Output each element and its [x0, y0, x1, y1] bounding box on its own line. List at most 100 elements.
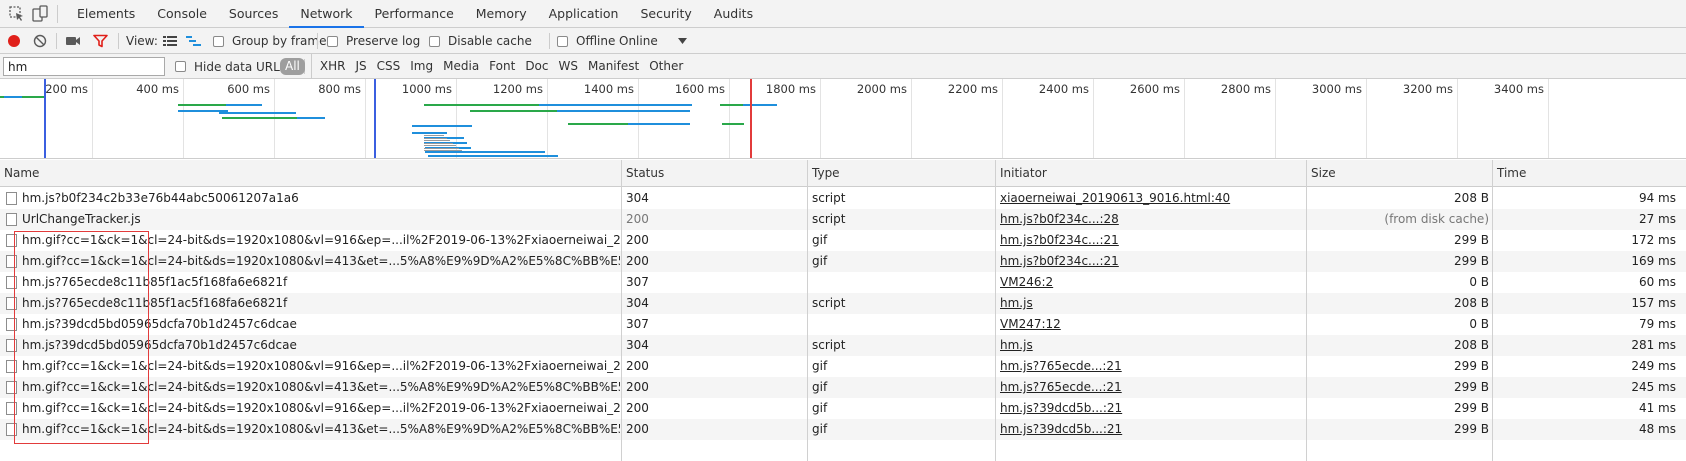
request-type: script	[812, 296, 846, 310]
tab-network[interactable]: Network	[289, 0, 364, 28]
request-initiator[interactable]: hm.js?b0f234c...:21	[1000, 251, 1300, 272]
offline-checkbox[interactable]: Offline	[557, 28, 615, 54]
timeline-request-bar	[424, 104, 539, 106]
request-initiator[interactable]: hm.js?39dcd5b...:21	[1000, 398, 1300, 419]
tab-application[interactable]: Application	[538, 0, 630, 28]
timeline-request-bar	[4, 96, 22, 98]
timeline-request-bar	[412, 125, 472, 127]
tab-elements[interactable]: Elements	[66, 0, 146, 28]
timeline-request-bar	[428, 155, 558, 157]
table-row[interactable]: UrlChangeTracker.js 200 script hm.js?b0f234…	[0, 209, 1686, 230]
checkbox-box[interactable]	[557, 35, 568, 47]
request-status: 200	[626, 359, 649, 373]
table-row[interactable]: hm.gif?cc=1&ck=1&cl=24-bit&ds=1920x1080&…	[0, 356, 1686, 377]
checkbox-box[interactable]	[175, 61, 186, 72]
checkbox-box[interactable]	[213, 35, 224, 47]
timeline-tick-label: 2600 ms	[1129, 82, 1180, 96]
filter-type-media[interactable]: Media	[438, 54, 484, 79]
timeline-gridline	[638, 79, 639, 158]
group-by-frame-checkbox[interactable]: Group by frame	[213, 28, 326, 54]
network-overview-timeline[interactable]: 200 ms 400 ms 600 ms 800 ms 1000 ms 1200 ms 14…	[0, 79, 1686, 159]
inspect-element-icon[interactable]	[8, 5, 26, 23]
timeline-request-bar	[425, 151, 545, 153]
table-row[interactable]: hm.js?765ecde8c11b85f1ac5f168fa6e6821f 30…	[0, 272, 1686, 293]
chevron-down-icon[interactable]	[678, 38, 687, 44]
filter-type-all[interactable]: All	[280, 58, 305, 75]
filter-type-ws[interactable]: WS	[554, 54, 583, 79]
table-row[interactable]: hm.gif?cc=1&ck=1&cl=24-bit&ds=1920x1080&…	[0, 377, 1686, 398]
timeline-request-bar	[297, 117, 325, 119]
file-icon	[6, 213, 17, 226]
tab-memory[interactable]: Memory	[465, 0, 538, 28]
tab-console[interactable]: Console	[146, 0, 218, 28]
clear-icon[interactable]	[33, 34, 47, 48]
record-icon[interactable]	[7, 34, 21, 48]
column-divider[interactable]	[807, 160, 808, 461]
timeline-request-bar	[424, 142, 453, 144]
filter-type-other[interactable]: Other	[644, 54, 688, 79]
filter-type-doc[interactable]: Doc	[520, 54, 553, 79]
filter-type-manifest[interactable]: Manifest	[583, 54, 644, 79]
table-row[interactable]: hm.gif?cc=1&ck=1&cl=24-bit&ds=1920x1080&…	[0, 251, 1686, 272]
column-header-name[interactable]: Name	[0, 160, 622, 187]
hide-data-urls-checkbox[interactable]: Hide data URLs	[175, 54, 286, 79]
column-divider[interactable]	[1306, 160, 1307, 461]
file-icon	[6, 255, 17, 268]
column-header-status[interactable]: Status	[622, 160, 808, 187]
filter-type-xhr[interactable]: XHR	[310, 54, 351, 79]
column-header-time[interactable]: Time	[1493, 160, 1686, 187]
request-status: 304	[626, 296, 649, 310]
request-time: 48 ms	[1638, 422, 1676, 436]
table-row[interactable]: hm.gif?cc=1&ck=1&cl=24-bit&ds=1920x1080&…	[0, 419, 1686, 440]
tab-audits[interactable]: Audits	[703, 0, 764, 28]
large-rows-icon[interactable]	[163, 35, 177, 47]
table-row[interactable]: hm.gif?cc=1&ck=1&cl=24-bit&ds=1920x1080&…	[0, 230, 1686, 251]
checkbox-box[interactable]	[327, 35, 338, 47]
filter-icon[interactable]	[93, 34, 108, 48]
table-row[interactable]: hm.gif?cc=1&ck=1&cl=24-bit&ds=1920x1080&…	[0, 398, 1686, 419]
request-initiator[interactable]: hm.js?b0f234c...:21	[1000, 230, 1300, 251]
request-initiator[interactable]: VM246:2	[1000, 272, 1300, 293]
checkbox-box[interactable]	[429, 35, 440, 47]
column-header-size[interactable]: Size	[1307, 160, 1493, 187]
request-initiator[interactable]: hm.js?765ecde...:21	[1000, 377, 1300, 398]
waterfall-overview-icon[interactable]	[186, 35, 202, 47]
timeline-gridline	[274, 79, 275, 158]
timeline-gridline	[911, 79, 912, 158]
filter-type-font[interactable]: Font	[484, 54, 520, 79]
filter-type-img[interactable]: Img	[405, 54, 438, 79]
column-header-type[interactable]: Type	[808, 160, 996, 187]
timeline-request-bar	[720, 104, 743, 106]
tab-performance[interactable]: Performance	[364, 0, 465, 28]
capture-screenshots-icon[interactable]	[65, 35, 81, 47]
request-initiator[interactable]: hm.js?765ecde...:21	[1000, 356, 1300, 377]
table-row[interactable]: hm.js?b0f234c2b33e76b44abc50061207a1a6 30…	[0, 188, 1686, 209]
table-row[interactable]: hm.js?39dcd5bd05965dcfa70b1d2457c6dcae 30…	[0, 314, 1686, 335]
column-header-initiator[interactable]: Initiator	[996, 160, 1307, 187]
timeline-gridline	[1275, 79, 1276, 158]
request-initiator[interactable]: VM247:12	[1000, 314, 1300, 335]
filter-input[interactable]	[3, 57, 165, 76]
request-initiator[interactable]: hm.js	[1000, 335, 1300, 356]
request-type: script	[812, 191, 846, 205]
request-initiator[interactable]: hm.js?39dcd5b...:21	[1000, 419, 1300, 440]
disable-cache-checkbox[interactable]: Disable cache	[429, 28, 532, 54]
filter-type-js[interactable]: JS	[350, 54, 371, 79]
tab-sources[interactable]: Sources	[218, 0, 289, 28]
throttling-select[interactable]: Online	[619, 28, 658, 54]
request-initiator[interactable]: xiaoerneiwai_20190613_9016.html:40	[1000, 188, 1300, 209]
request-initiator[interactable]: hm.js?b0f234c...:28	[1000, 209, 1300, 230]
request-initiator[interactable]: hm.js	[1000, 293, 1300, 314]
table-row[interactable]: hm.js?39dcd5bd05965dcfa70b1d2457c6dcae 30…	[0, 335, 1686, 356]
device-toolbar-icon[interactable]	[31, 5, 49, 23]
column-divider[interactable]	[1492, 160, 1493, 461]
column-divider[interactable]	[621, 160, 622, 461]
preserve-log-checkbox[interactable]: Preserve log	[327, 28, 420, 54]
request-name: hm.gif?cc=1&ck=1&cl=24-bit&ds=1920x1080&…	[22, 233, 620, 247]
toolbar-divider	[57, 5, 58, 23]
panel-tabs: Elements Console Sources Network Performance…	[66, 0, 764, 28]
column-divider[interactable]	[995, 160, 996, 461]
tab-security[interactable]: Security	[629, 0, 702, 28]
filter-type-css[interactable]: CSS	[372, 54, 406, 79]
table-row[interactable]: hm.js?765ecde8c11b85f1ac5f168fa6e6821f 30…	[0, 293, 1686, 314]
